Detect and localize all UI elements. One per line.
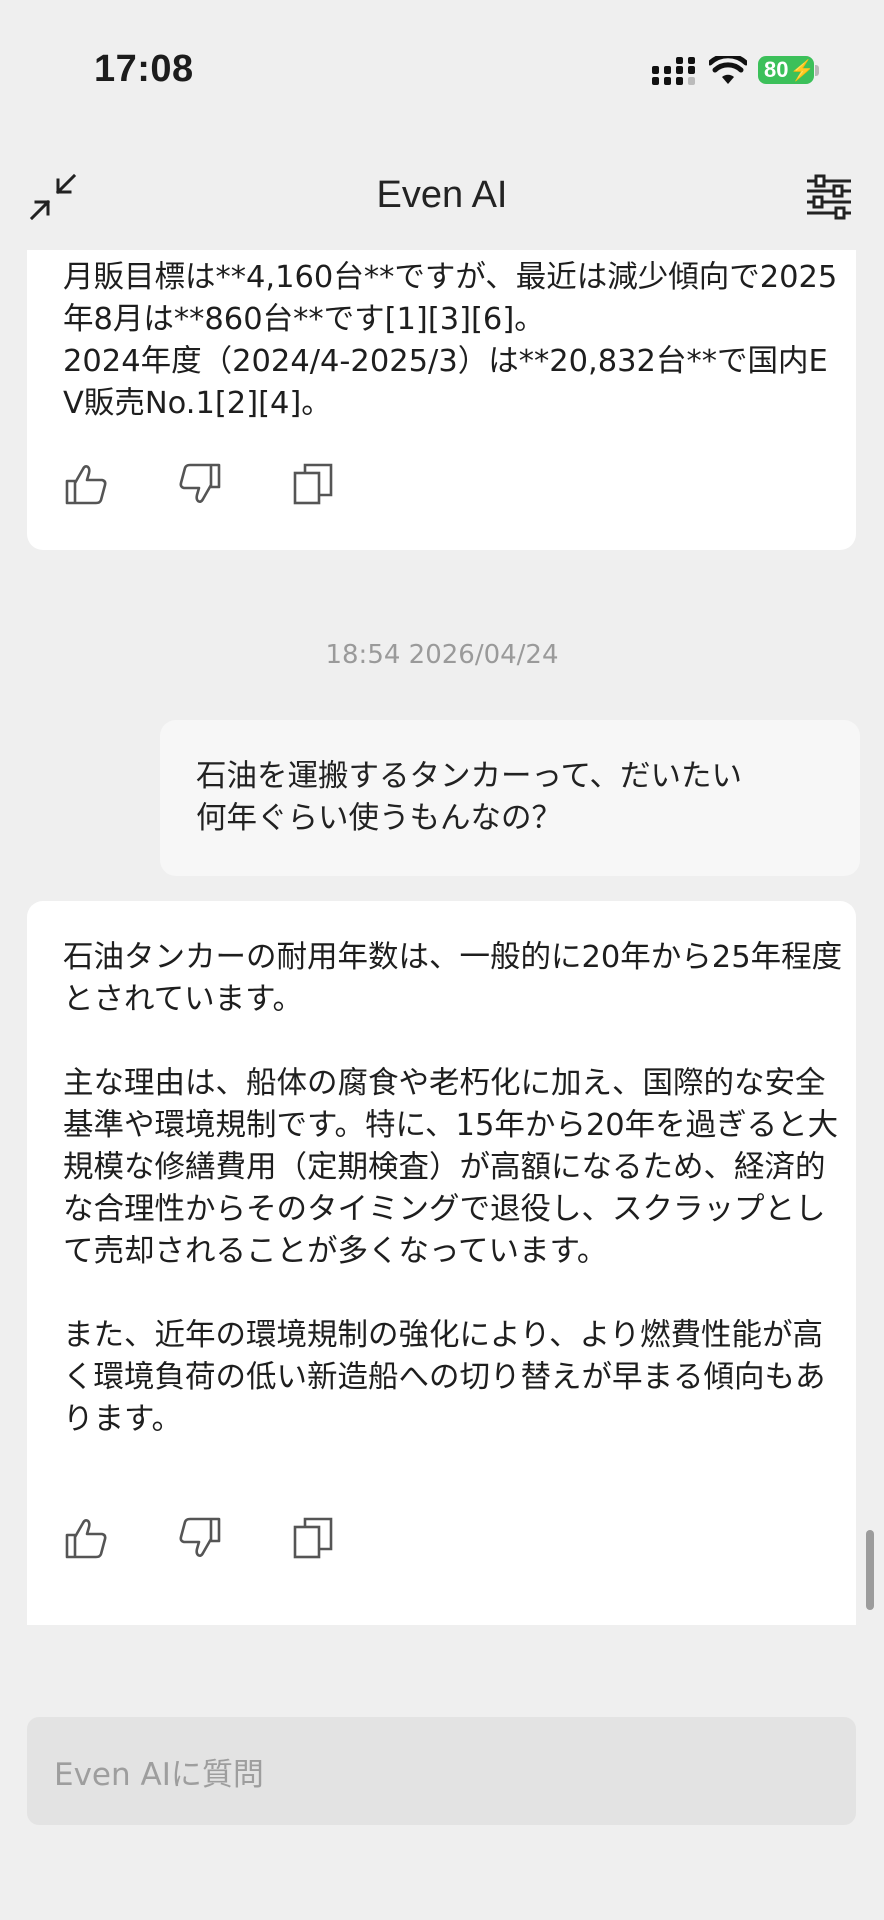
status-time: 17:08 (94, 48, 194, 90)
battery-icon: 80 ⚡ (758, 56, 814, 84)
wifi-icon (709, 56, 747, 84)
charging-bolt-icon: ⚡ (789, 59, 815, 82)
scrollbar[interactable] (866, 1530, 874, 1610)
battery-cap (815, 65, 819, 76)
status-bar: 17:08 80 ⚡ (0, 0, 884, 140)
thumbs-down-icon[interactable] (177, 461, 223, 507)
battery-level: 80 (764, 57, 789, 82)
thumbs-up-icon[interactable] (63, 1515, 109, 1561)
settings-sliders-icon[interactable] (804, 172, 854, 222)
assistant-message: 石油タンカーの耐用年数は、一般的に20年から25年程度とされています。 主な理由… (27, 901, 856, 1625)
user-message: 石油を運搬するタンカーって、だいたい 何年ぐらい使うもんなの？ (160, 720, 860, 876)
thumbs-down-icon[interactable] (177, 1515, 223, 1561)
copy-icon[interactable] (291, 1515, 337, 1561)
nav-bar: Even AI (0, 150, 884, 250)
assistant-message-text: 石油タンカーの耐用年数は、一般的に20年から25年程度とされています。 主な理由… (63, 940, 843, 1437)
copy-icon[interactable] (291, 461, 337, 507)
page-title: Even AI (376, 174, 508, 216)
question-input-placeholder: Even AIに質問 (54, 1756, 264, 1793)
chat-area[interactable]: **、2022年は**21,887台**でした[1][3]。 月販目標は**4,… (0, 250, 884, 1625)
message-actions (63, 1515, 337, 1561)
cellular-signal-icon (652, 57, 695, 85)
assistant-message-text: **、2022年は**21,887台**でした[1][3]。 月販目標は**4,… (63, 250, 838, 421)
home-indicator (302, 1893, 582, 1903)
message-timestamp: 18:54 2026/04/24 (325, 640, 559, 670)
assistant-message: **、2022年は**21,887台**でした[1][3]。 月販目標は**4,… (27, 250, 856, 550)
question-input[interactable]: Even AIに質問 (27, 1717, 856, 1825)
thumbs-up-icon[interactable] (63, 461, 109, 507)
user-message-text: 石油を運搬するタンカーって、だいたい 何年ぐらい使うもんなの？ (196, 759, 742, 836)
message-actions (63, 461, 337, 507)
